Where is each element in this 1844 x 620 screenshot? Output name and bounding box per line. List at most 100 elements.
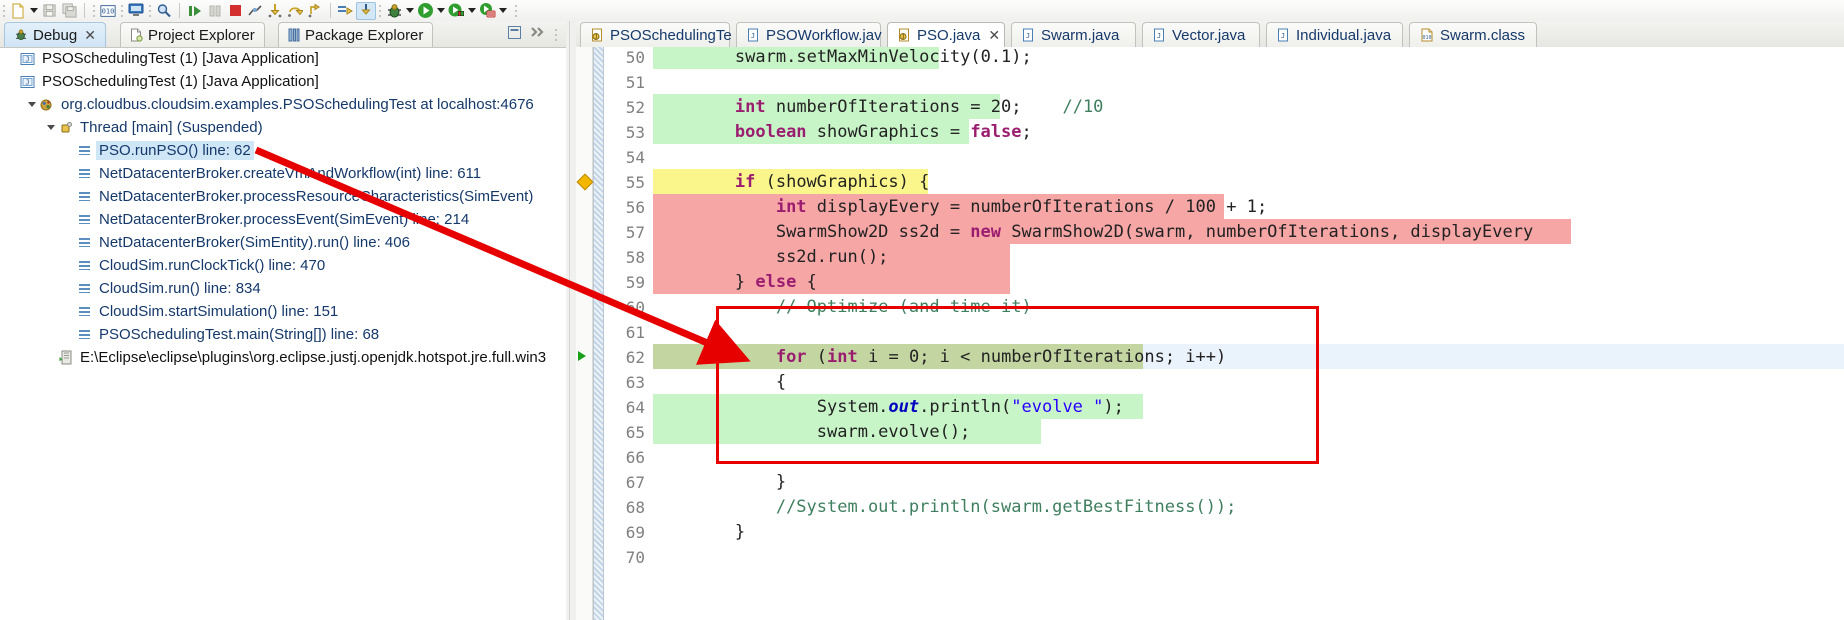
code-line[interactable] xyxy=(653,544,1844,569)
coverage-icon[interactable] xyxy=(477,2,497,20)
code-line[interactable] xyxy=(653,444,1844,469)
save-icon[interactable] xyxy=(39,2,59,20)
tab-package-explorer[interactable]: Package Explorer xyxy=(278,22,434,47)
code-line[interactable]: boolean showGraphics = false; xyxy=(653,119,1844,144)
toolbar-drag-handle[interactable] xyxy=(92,2,96,19)
suspend-icon[interactable] xyxy=(205,2,225,20)
toolbar-drag-handle[interactable] xyxy=(514,2,518,19)
run-icon[interactable] xyxy=(415,2,435,20)
code-line[interactable]: int displayEvery = numberOfIterations / … xyxy=(653,194,1844,219)
code-token: int xyxy=(775,196,807,217)
console-icon[interactable] xyxy=(126,2,146,20)
java-file-icon: J xyxy=(747,28,760,42)
line-number: 61 xyxy=(625,323,645,342)
breakpoint-marker-icon[interactable] xyxy=(576,173,594,191)
toolbar-drag-handle[interactable] xyxy=(148,2,152,19)
run-as-dropdown-arrow[interactable] xyxy=(466,2,477,20)
debug-dropdown-arrow[interactable] xyxy=(404,2,415,20)
run-dropdown-arrow[interactable] xyxy=(435,2,446,20)
minimize-view-button[interactable] xyxy=(507,25,522,44)
editor-tab-psoworkflow-jav[interactable]: J PSOWorkflow.jav xyxy=(736,22,882,47)
chevron-down-icon[interactable] xyxy=(25,98,38,111)
debug-target-icon xyxy=(38,97,55,112)
line-number: 56 xyxy=(625,198,645,217)
code-line[interactable]: SwarmShow2D ss2d = new SwarmShow2D(swarm… xyxy=(653,219,1844,244)
tree-item[interactable]: NetDatacenterBroker.processResourceChara… xyxy=(0,185,566,208)
search-icon[interactable] xyxy=(154,2,174,20)
new-wizard-icon[interactable] xyxy=(8,2,28,20)
tree-item[interactable]: CloudSim.run() line: 834 xyxy=(0,277,566,300)
drop-to-frame-icon[interactable] xyxy=(336,2,356,20)
code-token: ss2d.run(); xyxy=(775,246,889,267)
tree-item[interactable]: NetDatacenterBroker.processEvent(SimEven… xyxy=(0,208,566,231)
editor-marker-bar[interactable] xyxy=(576,47,594,620)
run-as-server-icon[interactable] xyxy=(446,2,466,20)
code-line[interactable]: swarm.evolve(); xyxy=(653,419,1844,444)
resume-icon[interactable] xyxy=(185,2,205,20)
toolbar-drag-handle[interactable] xyxy=(2,2,6,19)
step-by-step-icon[interactable] xyxy=(356,1,376,20)
code-line[interactable]: } else { xyxy=(653,269,1844,294)
editor-tab-swarm-class[interactable]: 010 Swarm.class xyxy=(1409,22,1537,47)
terminate-icon[interactable] xyxy=(225,2,245,20)
tree-item[interactable]: E:\Eclipse\eclipse\plugins\org.eclipse.j… xyxy=(0,346,566,369)
tree-item[interactable]: NetDatacenterBroker.createVmAndWorkflow(… xyxy=(0,162,566,185)
tree-item[interactable]: PSOSchedulingTest.main(String[]) line: 6… xyxy=(0,323,566,346)
code-token: i = xyxy=(857,346,909,367)
disconnect-icon[interactable] xyxy=(245,2,265,20)
code-line[interactable]: for (int i = 0; i < numberOfIterations; … xyxy=(653,344,1844,369)
code-line[interactable]: System. out .println("evolve "); xyxy=(653,394,1844,419)
code-line[interactable]: if (showGraphics) { xyxy=(653,169,1844,194)
code-line[interactable] xyxy=(653,144,1844,169)
svg-text:010: 010 xyxy=(1422,35,1431,41)
step-over-icon[interactable] xyxy=(285,2,305,20)
step-return-icon[interactable] xyxy=(305,2,325,20)
tree-item[interactable]: NetDatacenterBroker(SimEntity).run() lin… xyxy=(0,231,566,254)
step-into-icon[interactable] xyxy=(265,2,285,20)
view-menu-button[interactable] xyxy=(529,25,545,44)
line-number: 54 xyxy=(625,148,645,167)
breadcrumb-010-icon[interactable]: 010 xyxy=(98,2,118,20)
bug-icon[interactable] xyxy=(384,2,404,20)
chevron-down-icon[interactable] xyxy=(44,121,57,134)
close-icon[interactable]: ✕ xyxy=(84,28,96,42)
toolbar-drag-handle[interactable] xyxy=(378,2,382,19)
tree-item[interactable]: Thread [main] (Suspended) xyxy=(0,116,566,139)
code-line[interactable]: int numberOfIterations = 20; //10 xyxy=(653,94,1844,119)
code-line[interactable]: swarm. setMaxMinVelocity (0.1); xyxy=(653,47,1844,69)
code-token: else xyxy=(755,271,797,292)
tree-item[interactable]: J PSOSchedulingTest (1) [Java Application… xyxy=(0,70,566,93)
code-line[interactable]: ss2d.run(); xyxy=(653,244,1844,269)
code-line[interactable] xyxy=(653,69,1844,94)
code-line[interactable]: //System.out.println(swarm.getBestFitnes… xyxy=(653,494,1844,519)
save-all-icon[interactable] xyxy=(59,2,79,20)
tree-item[interactable]: PSO.runPSO() line: 62 xyxy=(0,139,566,162)
tree-item-label: NetDatacenterBroker.createVmAndWorkflow(… xyxy=(99,165,482,182)
panel-splitter[interactable] xyxy=(566,21,576,620)
coverage-dropdown-arrow[interactable] xyxy=(497,2,508,20)
editor-tab-label: Individual.java xyxy=(1296,26,1392,44)
tab-project-explorer[interactable]: Project Explorer xyxy=(120,22,265,47)
code-line[interactable] xyxy=(653,319,1844,344)
close-icon[interactable]: ✕ xyxy=(988,28,1000,42)
tree-item[interactable]: CloudSim.runClockTick() line: 470 xyxy=(0,254,566,277)
tab-debug[interactable]: Debug ✕ xyxy=(4,22,106,47)
debug-stack-tree[interactable]: J PSOSchedulingTest (1) [Java Application… xyxy=(0,47,566,620)
editor-tab-psoschedulingte[interactable]: J PSOSchedulingTe xyxy=(580,22,732,47)
toolbar-drag-handle[interactable] xyxy=(120,2,124,19)
code-line[interactable]: } xyxy=(653,469,1844,494)
editor-tab-vector-java[interactable]: J Vector.java xyxy=(1142,22,1260,47)
tree-item[interactable]: J PSOSchedulingTest (1) [Java Application… xyxy=(0,47,566,70)
tree-item[interactable]: org.cloudbus.cloudsim.examples.PSOSchedu… xyxy=(0,93,566,116)
code-line[interactable]: } xyxy=(653,519,1844,544)
editor-tab-swarm-java[interactable]: J Swarm.java xyxy=(1011,22,1136,47)
code-token: + xyxy=(1215,196,1247,217)
code-line[interactable]: { xyxy=(653,369,1844,394)
view-drag-handle[interactable] xyxy=(554,26,558,43)
editor-tab-individual-java[interactable]: J Individual.java xyxy=(1266,22,1403,47)
editor-tab-pso-java[interactable]: J PSO.java ✕ xyxy=(887,22,1005,47)
tree-item[interactable]: CloudSim.startSimulation() line: 151 xyxy=(0,300,566,323)
code-line[interactable]: // Optimize (and time it) xyxy=(653,294,1844,319)
editor-code-area[interactable]: swarm. setMaxMinVelocity (0.1); int number… xyxy=(653,47,1844,620)
new-dropdown-arrow[interactable] xyxy=(28,2,39,20)
